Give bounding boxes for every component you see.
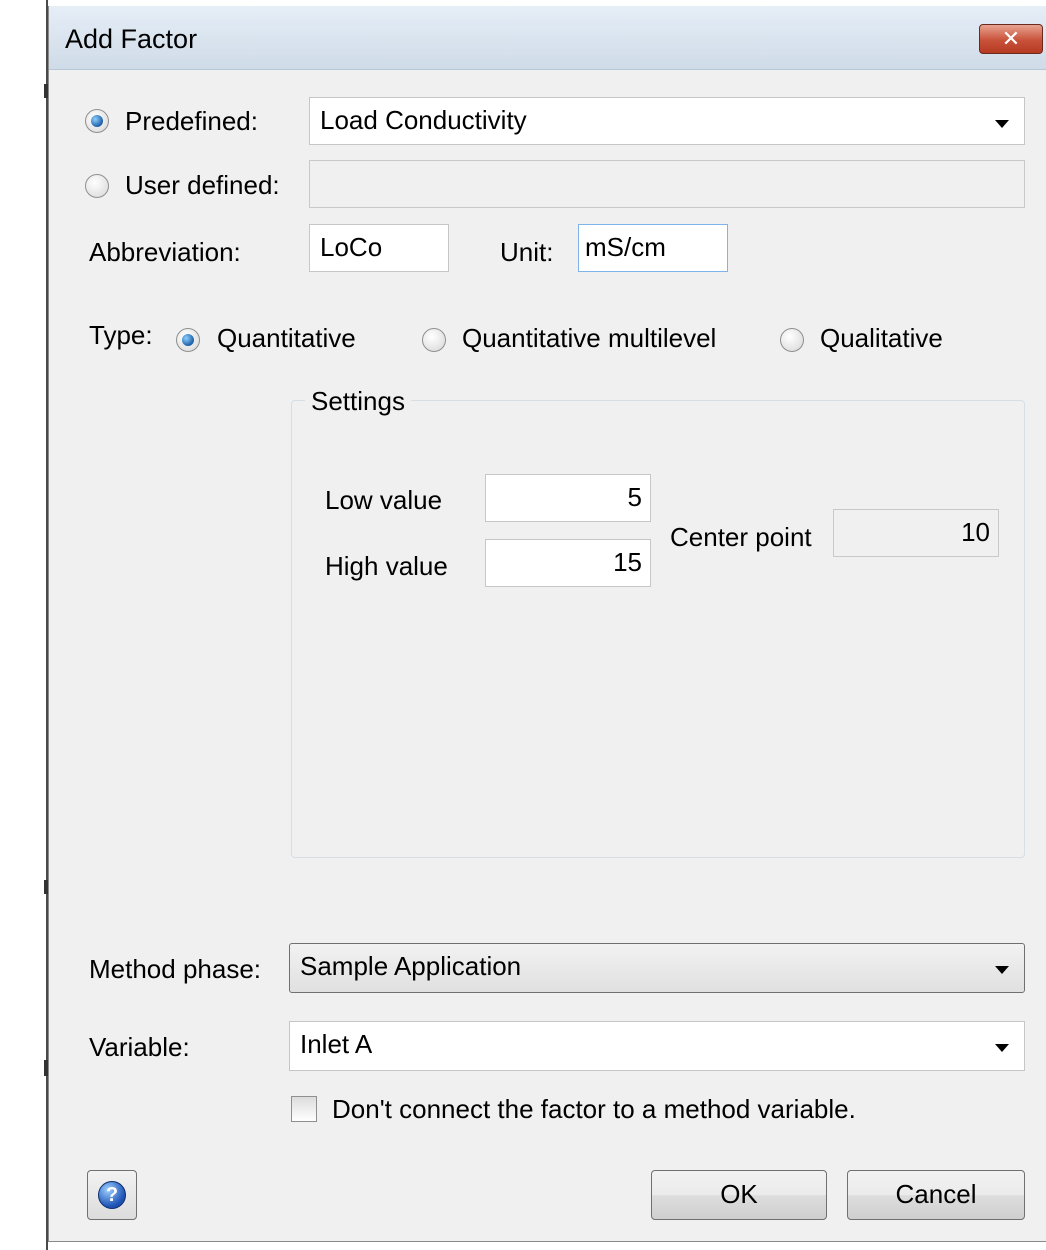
- type-qualitative-label: Qualitative: [820, 323, 943, 353]
- type-quantitative-radio[interactable]: [176, 328, 200, 352]
- settings-group: [291, 400, 1025, 858]
- center-point-input: 10: [833, 509, 999, 557]
- type-label: Type:: [89, 320, 153, 350]
- add-factor-dialog: Add Factor ✕ Predefined: Load Conductivi…: [48, 6, 1046, 1242]
- center-point-label: Center point: [670, 522, 812, 552]
- low-value: 5: [627, 482, 642, 512]
- close-button[interactable]: ✕: [979, 24, 1043, 54]
- type-qualitative-radio[interactable]: [780, 328, 804, 352]
- center-point-value: 10: [961, 517, 990, 547]
- method-phase-label: Method phase:: [89, 954, 262, 984]
- dropdown-arrow-icon: [995, 966, 1009, 974]
- unit-label: Unit:: [500, 237, 554, 267]
- title-bar: Add Factor ✕: [49, 6, 1046, 70]
- high-value-input[interactable]: 15: [485, 539, 651, 587]
- dont-connect-label: Don't connect the factor to a method var…: [332, 1094, 856, 1124]
- dropdown-arrow-icon: [995, 1044, 1009, 1052]
- settings-legend: Settings: [305, 386, 411, 417]
- close-icon: ✕: [1001, 26, 1021, 51]
- abbreviation-input[interactable]: LoCo: [309, 224, 449, 272]
- low-value-label: Low value: [325, 485, 443, 515]
- user-defined-input[interactable]: [309, 160, 1025, 208]
- abbreviation-label: Abbreviation:: [89, 237, 241, 267]
- abbreviation-value: LoCo: [320, 232, 383, 262]
- variable-select[interactable]: Inlet A: [289, 1021, 1025, 1071]
- predefined-factor-value: Load Conductivity: [320, 105, 527, 135]
- help-button[interactable]: ?: [87, 1170, 137, 1220]
- user-defined-label: User defined:: [125, 170, 280, 200]
- method-phase-value: Sample Application: [300, 951, 522, 981]
- cancel-button[interactable]: Cancel: [847, 1170, 1025, 1220]
- help-icon: ?: [98, 1181, 126, 1209]
- predefined-factor-select[interactable]: Load Conductivity: [309, 97, 1025, 145]
- type-quantitative-multilevel-label: Quantitative multilevel: [462, 323, 717, 353]
- dialog-title: Add Factor: [65, 24, 198, 54]
- unit-value: mS/cm: [585, 232, 666, 262]
- unit-input[interactable]: mS/cm: [578, 224, 728, 272]
- user-defined-radio[interactable]: [85, 174, 109, 198]
- dont-connect-checkbox[interactable]: [291, 1096, 317, 1122]
- high-value: 15: [613, 547, 642, 577]
- variable-label: Variable:: [89, 1032, 190, 1062]
- predefined-label: Predefined:: [125, 106, 258, 136]
- variable-value: Inlet A: [300, 1029, 373, 1059]
- type-quantitative-label: Quantitative: [217, 323, 356, 353]
- type-quantitative-multilevel-radio[interactable]: [422, 328, 446, 352]
- method-phase-select[interactable]: Sample Application: [289, 943, 1025, 993]
- high-value-label: High value: [325, 551, 448, 581]
- predefined-radio[interactable]: [85, 109, 109, 133]
- ok-button[interactable]: OK: [651, 1170, 827, 1220]
- low-value-input[interactable]: 5: [485, 474, 651, 522]
- dropdown-arrow-icon: [995, 120, 1009, 128]
